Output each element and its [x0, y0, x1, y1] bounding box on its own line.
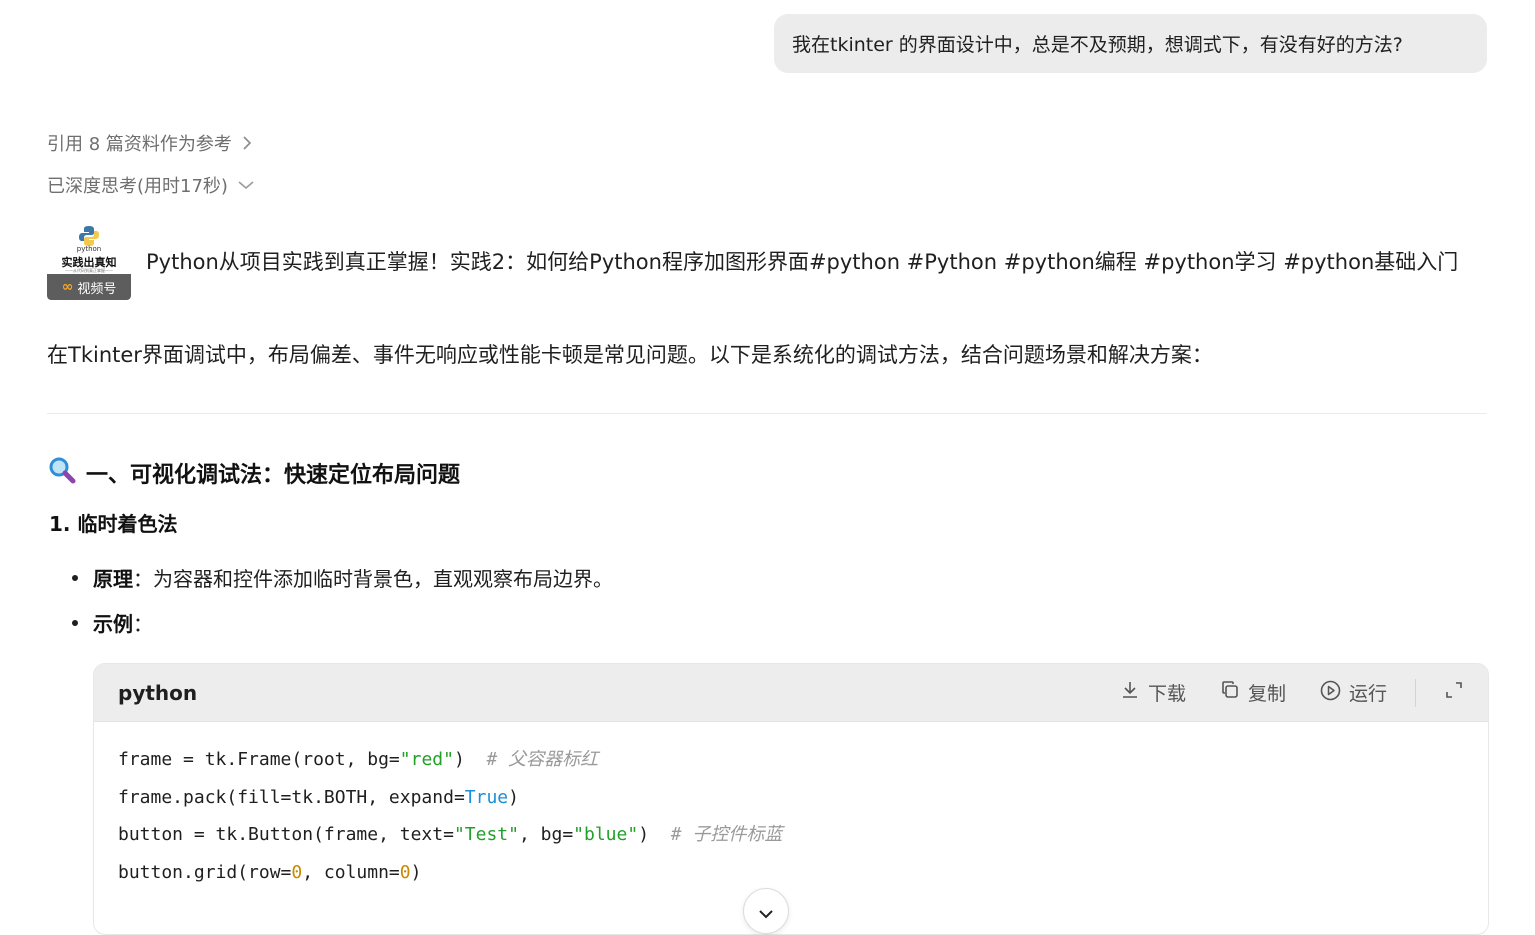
code-string: "blue"	[573, 824, 639, 846]
code-string: "red"	[399, 749, 454, 770]
code-line-1: frame = tk.Frame(root, bg="red") # 父容器标红	[118, 747, 1464, 785]
download-button[interactable]: 下载	[1120, 679, 1186, 706]
intro-paragraph: 在Tkinter界面调试中，布局偏差、事件无响应或性能卡顿是常见问题。以下是系统…	[47, 343, 1213, 367]
video-channel-badge: ∞ 视频号	[47, 274, 131, 300]
code-token: , bg=	[518, 824, 574, 846]
chevron-right-icon	[242, 136, 252, 150]
code-token: frame = tk.Frame(root, bg=	[118, 749, 400, 770]
code-content: frame = tk.Frame(root, bg="red") # 父容器标红…	[94, 722, 1488, 898]
bullet-dot	[72, 574, 78, 581]
code-language-label: python	[118, 680, 198, 705]
chevron-down-icon	[238, 180, 254, 190]
bullet-dot	[72, 619, 78, 626]
bullet-text: ：为容器和控件添加临时背景色，直观观察布局边界。	[133, 567, 613, 591]
bullet-bold-label: 原理	[93, 567, 133, 591]
run-button[interactable]: 运行	[1320, 679, 1387, 706]
references-toggle[interactable]: 引用 8 篇资料作为参考	[47, 130, 252, 156]
code-comment: # 子控件标蓝	[670, 824, 783, 846]
code-token: )	[638, 824, 671, 846]
code-block: python 下载 复制 运行 frame = tk.Frame(root, b…	[93, 663, 1489, 935]
download-label: 下载	[1147, 683, 1186, 705]
scroll-to-bottom-button[interactable]	[743, 888, 789, 934]
copy-icon	[1220, 680, 1240, 705]
code-token: )	[410, 862, 422, 884]
list-item: 原理 ：为容器和控件添加临时背景色，直观观察布局边界。	[72, 563, 613, 592]
code-token: button.grid(row=	[118, 862, 292, 884]
references-label: 引用 8 篇资料作为参考	[47, 134, 232, 155]
code-block-header: python 下载 复制 运行	[94, 664, 1488, 722]
list-item: 示例 ：	[72, 608, 153, 637]
video-thumbnail[interactable]: python 实践出真知 ——从代码到真正掌握—— ∞ 视频号	[47, 222, 131, 300]
download-icon	[1120, 680, 1140, 705]
code-line-4: button.grid(row=0, column=0)	[118, 860, 1464, 898]
code-string: "Test"	[453, 824, 519, 846]
code-number: 0	[291, 862, 303, 884]
code-token: )	[453, 749, 487, 770]
thinking-toggle[interactable]: 已深度思考(用时17秒)	[47, 172, 254, 198]
channel-logo-icon: ∞	[61, 279, 74, 295]
magnifier-icon	[48, 456, 76, 490]
actions-divider	[1415, 678, 1416, 707]
thinking-label: 已深度思考(用时17秒)	[47, 176, 228, 197]
chevron-down-icon	[758, 904, 774, 923]
code-number: 0	[399, 862, 411, 884]
user-message-text: 我在tkinter 的界面设计中，总是不及预期，想调式下，有没有好的方法?	[792, 34, 1403, 56]
run-label: 运行	[1348, 683, 1387, 705]
section-heading-text: 一、可视化调试法：快速定位布局问题	[86, 463, 461, 488]
code-token: , column=	[302, 862, 400, 884]
bullet-text: ：	[133, 612, 153, 636]
video-title-link[interactable]: Python从项目实践到真正掌握！实践2：如何给Python程序加图形界面#py…	[146, 246, 1458, 276]
code-line-3: button = tk.Button(frame, text="Test", b…	[118, 822, 1464, 860]
user-message-bubble: 我在tkinter 的界面设计中，总是不及预期，想调式下，有没有好的方法?	[774, 14, 1487, 73]
code-line-2: frame.pack(fill=tk.BOTH, expand=True)	[118, 785, 1464, 823]
copy-label: 复制	[1247, 683, 1286, 705]
code-token: frame.pack(fill=tk.BOTH, expand=	[118, 786, 465, 808]
code-keyword: True	[464, 786, 509, 808]
thumbnail-small-text: python	[76, 245, 102, 253]
video-reference-card[interactable]: python 实践出真知 ——从代码到真正掌握—— ∞ 视频号 Python从项…	[47, 222, 1458, 300]
code-comment: # 父容器标红	[486, 749, 599, 770]
badge-label: 视频号	[77, 281, 117, 297]
bullet-bold-label: 示例	[93, 612, 133, 636]
run-icon	[1320, 680, 1341, 706]
subsection-heading: 1. 临时着色法	[49, 512, 178, 536]
code-actions: 下载 复制 运行	[1120, 678, 1464, 707]
expand-icon[interactable]	[1444, 680, 1464, 705]
code-token: )	[508, 786, 519, 808]
section-heading: 一、可视化调试法：快速定位布局问题	[48, 456, 460, 490]
section-divider	[47, 413, 1487, 414]
code-token: button = tk.Button(frame, text=	[118, 824, 454, 846]
copy-button[interactable]: 复制	[1220, 679, 1286, 706]
